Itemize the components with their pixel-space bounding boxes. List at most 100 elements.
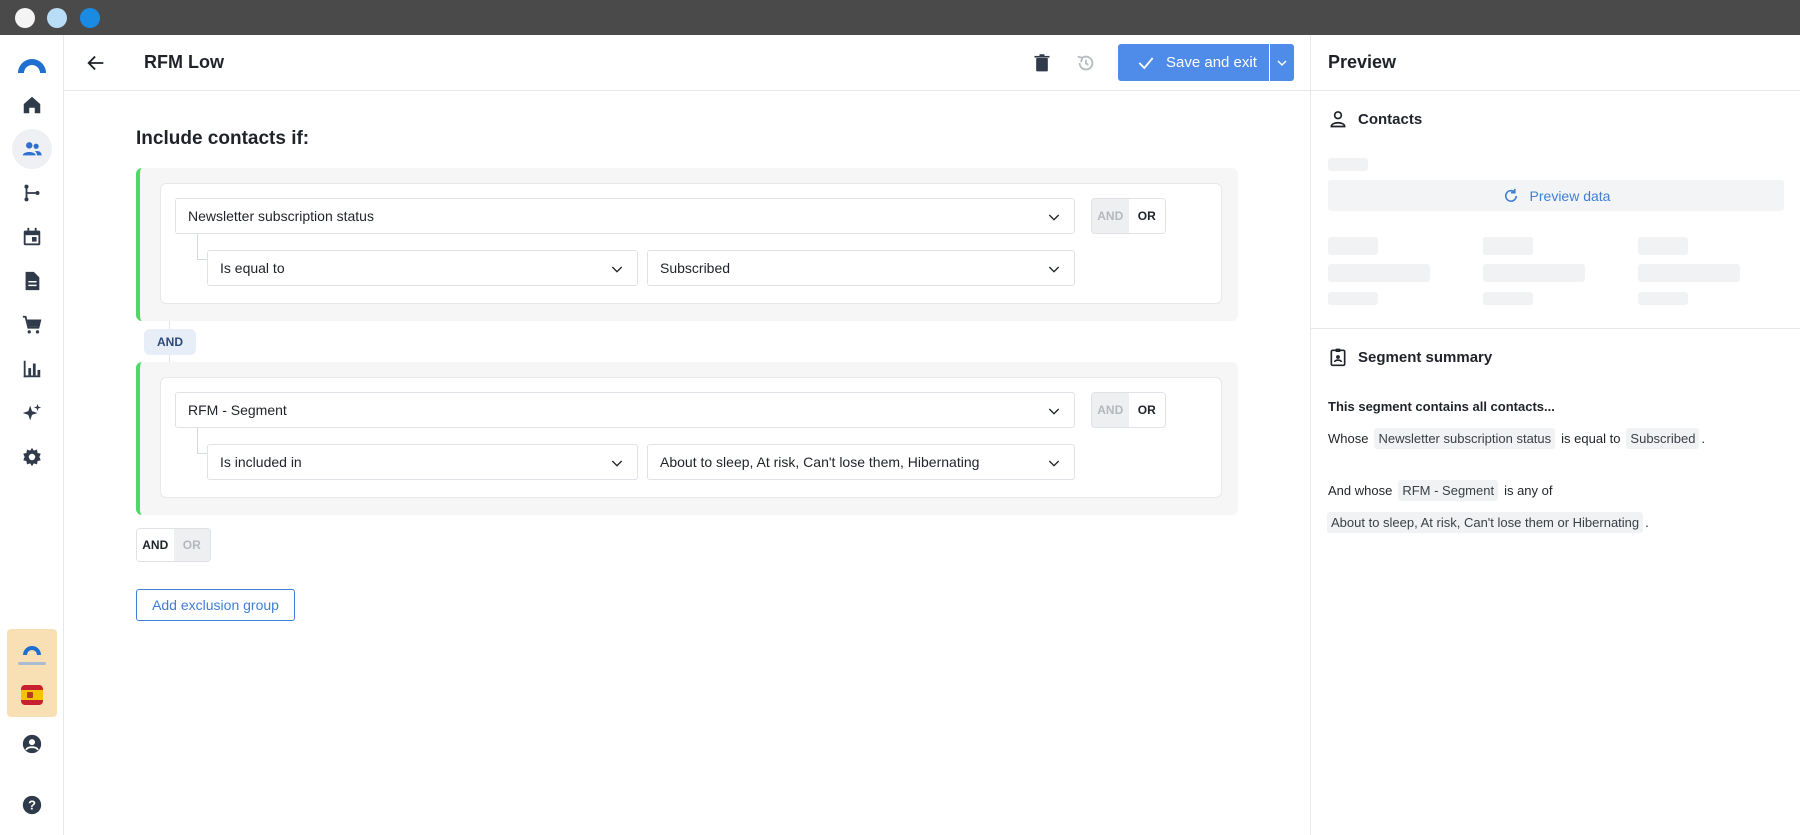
chevron-down-icon [1048, 408, 1060, 415]
help-icon[interactable]: ? [12, 785, 52, 825]
condition-group: Newsletter subscription status Is equal … [136, 168, 1238, 321]
summary-prefix: Whose [1328, 431, 1369, 446]
preview-panel: Preview Contacts Preview data Segment su… [1310, 35, 1800, 835]
summary-title: Segment summary [1358, 348, 1493, 366]
condition-card: Newsletter subscription status Is equal … [160, 183, 1222, 304]
refresh-icon [1504, 188, 1517, 202]
sidebar: ? [0, 35, 64, 835]
and-or-toggle: AND OR [1091, 198, 1166, 234]
loading-skeleton [1483, 237, 1533, 255]
chevron-down-icon [1048, 460, 1060, 467]
include-title: Include contacts if: [136, 128, 310, 149]
segment-summary-header: Segment summary [1328, 347, 1492, 367]
contacts-icon[interactable] [12, 129, 52, 169]
back-arrow-icon[interactable] [84, 51, 108, 75]
person-icon [1330, 111, 1346, 128]
field-select-value: RFM - Segment [188, 402, 287, 418]
loading-skeleton [1638, 264, 1740, 282]
clipboard-icon [1330, 348, 1346, 367]
summary-intro-text: This segment contains all contacts... [1328, 399, 1555, 414]
gear-icon[interactable] [12, 437, 52, 477]
condition-card: RFM - Segment Is included in About to sl… [160, 377, 1222, 498]
preview-divider [1311, 328, 1800, 329]
calendar-icon[interactable] [12, 217, 52, 257]
summary-suffix: . [1701, 431, 1706, 446]
condition-group: RFM - Segment Is included in About to sl… [136, 362, 1238, 515]
trash-icon[interactable] [1030, 51, 1054, 75]
document-icon[interactable] [12, 261, 52, 301]
operator-select[interactable]: Is included in [207, 444, 638, 480]
loading-skeleton [1638, 292, 1688, 305]
loading-skeleton [1328, 264, 1430, 282]
preview-data-label: Preview data [1529, 187, 1611, 204]
chart-icon[interactable] [12, 349, 52, 389]
loading-skeleton [1328, 237, 1378, 255]
loading-skeleton [1328, 158, 1368, 171]
summary-field-chip: Newsletter subscription status [1374, 428, 1556, 449]
or-option[interactable]: OR [173, 529, 210, 561]
preview-data-button[interactable]: Preview data [1328, 180, 1784, 211]
svg-text:?: ? [28, 798, 36, 813]
summary-suffix: . [1645, 515, 1649, 530]
spain-flag-icon [21, 685, 43, 705]
save-options-dropdown[interactable] [1270, 44, 1294, 81]
group-link-line [169, 321, 170, 329]
loading-skeleton [1483, 292, 1533, 305]
field-select-value: Newsletter subscription status [188, 208, 374, 224]
account-logo-caption [18, 662, 46, 665]
summary-operator: is equal to [1561, 431, 1621, 446]
summary-intro: This segment contains all contacts... [1328, 399, 1555, 414]
summary-prefix: And whose [1328, 483, 1393, 498]
chevron-down-icon [1048, 266, 1060, 273]
cart-icon[interactable] [12, 305, 52, 345]
window-maximize-dot[interactable] [80, 8, 100, 28]
chevron-down-icon [611, 460, 623, 467]
account-logo-icon [21, 641, 43, 661]
chevron-down-icon [611, 266, 623, 273]
preview-title: Preview [1328, 52, 1397, 72]
account-switcher-card[interactable] [7, 629, 57, 717]
home-icon[interactable] [12, 85, 52, 125]
and-option[interactable]: AND [1092, 199, 1129, 233]
brand-logo-icon[interactable] [12, 45, 52, 85]
check-icon [1138, 56, 1154, 69]
group-and-pill: AND [144, 329, 196, 355]
field-select[interactable]: RFM - Segment [175, 392, 1075, 428]
or-option[interactable]: OR [1128, 393, 1165, 427]
summary-value-chip: Subscribed [1626, 428, 1700, 449]
value-select-value: Subscribed [660, 260, 731, 276]
field-select[interactable]: Newsletter subscription status [175, 198, 1075, 234]
and-option[interactable]: AND [1092, 393, 1129, 427]
add-exclusion-group-button[interactable]: Add exclusion group [136, 589, 295, 621]
history-icon[interactable] [1074, 51, 1098, 75]
loading-skeleton [1328, 292, 1378, 305]
window-minimize-dot[interactable] [47, 8, 67, 28]
segment-builder: Include contacts if: Newsletter subscrip… [64, 91, 1311, 835]
summary-line: About to sleep, At risk, Can't lose them… [1327, 512, 1649, 533]
operator-select[interactable]: Is equal to [207, 250, 638, 286]
automation-icon[interactable] [12, 173, 52, 213]
operator-select-value: Is included in [220, 454, 302, 470]
save-button-label: Save and exit [1166, 54, 1257, 71]
and-or-toggle: AND OR [1091, 392, 1166, 428]
chevron-down-icon [1277, 59, 1287, 66]
value-select[interactable]: About to sleep, At risk, Can't lose them… [647, 444, 1075, 480]
summary-line: And whose RFM - Segment is any of [1328, 480, 1553, 501]
summary-field-chip: RFM - Segment [1398, 480, 1499, 501]
window-titlebar [0, 0, 1800, 35]
sparkles-icon[interactable] [12, 393, 52, 433]
save-and-exit-button[interactable]: Save and exit [1118, 44, 1269, 81]
loading-skeleton [1638, 237, 1688, 255]
loading-skeleton [1483, 264, 1585, 282]
and-option[interactable]: AND [137, 529, 174, 561]
value-select[interactable]: Subscribed [647, 250, 1075, 286]
window-close-dot[interactable] [15, 8, 35, 28]
summary-operator: is any of [1504, 483, 1553, 498]
or-option[interactable]: OR [1128, 199, 1165, 233]
user-circle-icon[interactable] [12, 724, 52, 764]
page-title: RFM Low [144, 52, 224, 72]
operator-select-value: Is equal to [220, 260, 285, 276]
summary-value-chip: About to sleep, At risk, Can't lose them… [1327, 512, 1644, 533]
contacts-section-header: Contacts [1328, 109, 1422, 129]
value-select-value: About to sleep, At risk, Can't lose them… [660, 454, 980, 470]
